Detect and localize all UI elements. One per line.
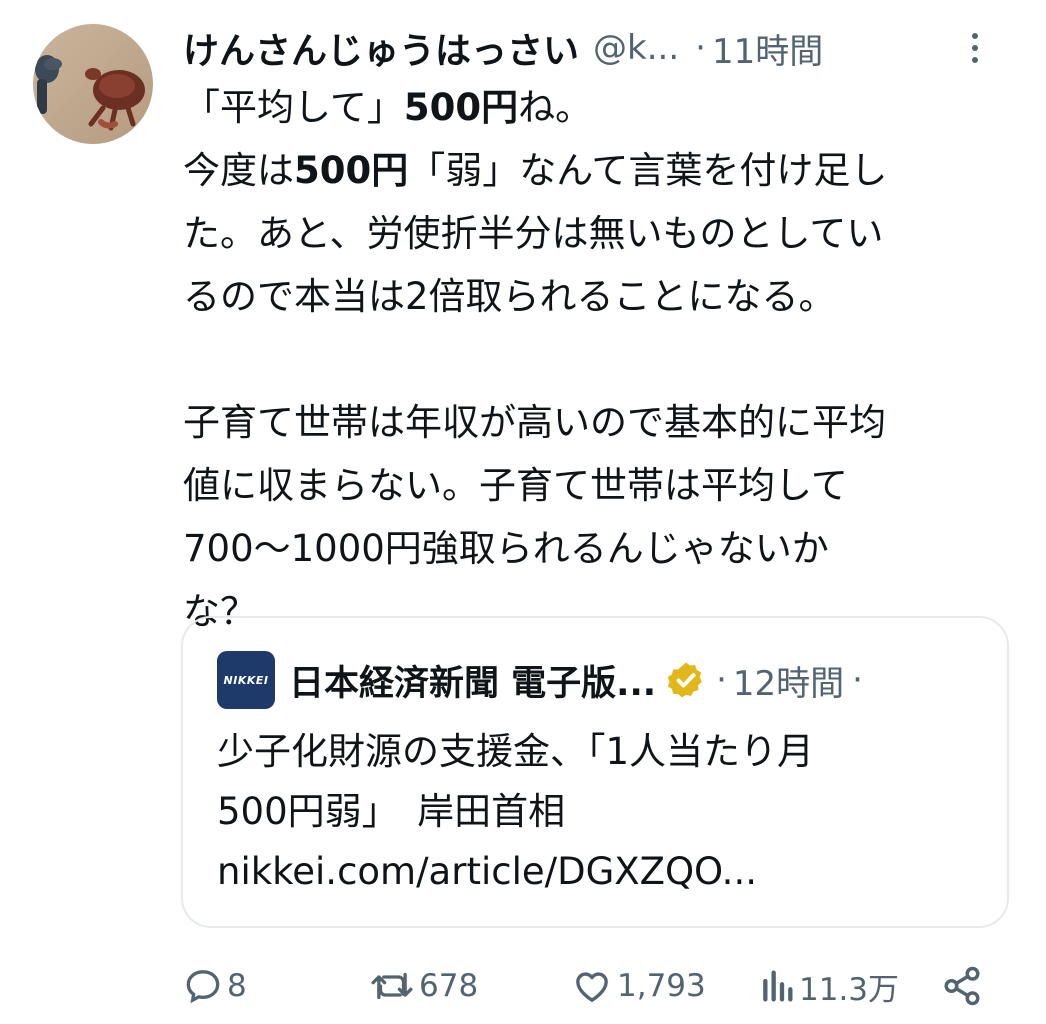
tweet-timestamp[interactable]: 11時間 [712,24,823,73]
quoted-tweet-header: NIKKEI 日本経済新聞 電子版... · 12時間 · [217,651,987,709]
tweet-text-span: 子育て世帯は年収が高いので基本的に平均 [183,401,886,444]
share-button[interactable] [941,958,983,1014]
quoted-line: 少子化財源の支援金、「1人当たり月 [217,730,815,773]
tweet-header: けんさんじゅうはっさい @k... · 11時間 [183,22,1013,74]
share-icon [944,966,980,1006]
retweet-button[interactable]: 678 [369,958,478,1014]
quoted-link: nikkei.com/article/DGXZQO... [217,850,757,893]
separator-dot: · [695,28,706,68]
tweet-text-span: 「平均して」 [183,86,404,129]
tweet-text-span: 「弱」なんて言葉を付け足し [408,149,888,192]
reply-count: 8 [227,968,247,1004]
tweet-text-line: 子育て世帯は年収が高いので基本的に平均 [183,391,1023,454]
views-button[interactable]: 11.3万 [759,958,899,1014]
quoted-tweet-card[interactable]: NIKKEI 日本経済新聞 電子版... · 12時間 · 少子化財源の支援金、… [181,616,1009,928]
quoted-author-name: 日本経済新聞 電子版... [289,663,657,704]
quoted-trailing-dot: · [852,660,863,700]
tweet-text-bold: 500円 [294,149,409,192]
tweet-action-bar: 8 678 1,793 11.3万 [183,958,1003,1014]
nikkei-logo: NIKKEI [217,651,275,709]
author-display-name[interactable]: けんさんじゅうはっさい [183,22,579,74]
like-count: 1,793 [617,968,706,1004]
tweet-text-line: 今度は500円「弱」なんて言葉を付け足し [183,139,1023,202]
view-count: 11.3万 [799,971,900,1008]
tweet-text-span: 700〜1000円強取られるんじゃないか [183,527,829,570]
like-button[interactable]: 1,793 [571,958,706,1014]
author-handle[interactable]: @k... [593,28,679,68]
quoted-separator-dot: · [716,660,727,700]
tweet-text-span: ね。 [518,86,593,129]
tweet-text-span: 今度は [183,149,294,192]
author-avatar[interactable] [33,24,153,144]
quoted-line: 500円弱」 岸田首相 [217,790,566,833]
tweet-text-span: 値に収まらない。子育て世帯は平均して [183,464,848,507]
verified-badge-icon [667,662,702,698]
tweet-text-line: 700〜1000円強取られるんじゃないか [183,517,1023,580]
quoted-tweet-body: 少子化財源の支援金、「1人当たり月 500円弱」 岸田首相 nikkei.com… [217,722,997,902]
tweet-text: 「平均して」500円ね。 今度は500円「弱」なんて言葉を付け足し た。あと、労使折… [183,76,1023,643]
more-options-icon[interactable] [955,28,995,68]
tweet-text-line: るので本当は2倍取られることになる。 [183,265,1023,328]
retweet-count: 678 [419,968,479,1004]
tweet-text-line: 値に収まらない。子育て世帯は平均して [183,454,1023,517]
like-icon [576,972,608,1002]
nikkei-logo-text: NIKKEI [223,673,269,687]
tweet-text-line: 「平均して」500円ね。 [183,76,1023,139]
quoted-timestamp: 12時間 [732,663,845,704]
reply-icon [186,970,220,1004]
tweet-text-span: た。あと、労使折半分は無いものとしてい [183,212,884,255]
avatar-image [33,24,153,144]
tweet-text-line [183,328,1023,391]
reply-button[interactable]: 8 [183,958,247,1014]
views-icon [763,970,793,1002]
tweet-text-bold: 500円 [403,86,519,129]
tweet-text-span: るので本当は2倍取られることになる。 [183,275,836,318]
retweet-icon [371,972,413,1000]
tweet-text-line: た。あと、労使折半分は無いものとしてい [183,202,1023,265]
